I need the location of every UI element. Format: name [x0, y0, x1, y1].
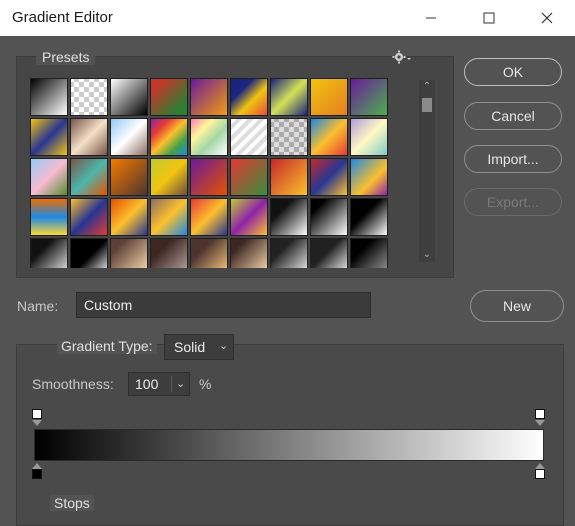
opacity-stop-left[interactable] [32, 409, 42, 419]
gradient-type-label: Gradient Type: [57, 338, 157, 354]
gradient-preview-bar[interactable] [34, 429, 544, 461]
preset-swatch[interactable] [310, 198, 348, 236]
smoothness-divider [171, 376, 172, 392]
preset-swatch[interactable] [270, 238, 308, 268]
preset-swatch[interactable] [310, 118, 348, 156]
smoothness-value: 100 [135, 376, 159, 392]
preset-swatch[interactable] [70, 238, 108, 268]
minimize-icon [426, 17, 436, 19]
preset-swatch[interactable] [230, 158, 268, 196]
import-button[interactable]: Import... [464, 145, 562, 173]
export-button: Export... [464, 188, 562, 216]
presets-scrollbar[interactable]: ⌃ ⌄ [419, 80, 435, 262]
preset-swatch[interactable] [270, 78, 308, 116]
title-bar: Gradient Editor [0, 0, 575, 36]
close-button[interactable] [524, 0, 570, 36]
color-stop-left[interactable] [32, 469, 42, 479]
stops-label: Stops [50, 495, 94, 511]
gradient-type-value: Solid [174, 339, 206, 355]
preset-swatch[interactable] [110, 78, 148, 116]
presets-label: Presets [36, 49, 96, 65]
smoothness-unit: % [199, 376, 212, 392]
preset-swatch[interactable] [310, 158, 348, 196]
preset-swatch[interactable] [190, 78, 228, 116]
preset-swatch[interactable] [70, 198, 108, 236]
preset-swatch[interactable] [30, 118, 68, 156]
gradient-type-select[interactable]: Solid ⌄ [164, 334, 234, 360]
preset-swatch[interactable] [190, 198, 228, 236]
preset-swatch[interactable] [30, 198, 68, 236]
name-label: Name: [17, 298, 59, 314]
chevron-down-icon[interactable]: ⌄ [176, 377, 185, 390]
preset-swatch[interactable] [350, 158, 388, 196]
chevron-down-icon: ⌄ [219, 340, 229, 352]
preset-swatch[interactable] [70, 118, 108, 156]
preset-swatch[interactable] [30, 78, 68, 116]
preset-swatch[interactable] [310, 238, 348, 268]
smoothness-label: Smoothness: [32, 376, 114, 392]
preset-swatch[interactable] [270, 198, 308, 236]
name-input[interactable]: Custom [76, 292, 371, 318]
preset-swatch[interactable] [310, 78, 348, 116]
preset-swatch[interactable] [190, 158, 228, 196]
preset-swatch[interactable] [70, 158, 108, 196]
preset-swatch[interactable] [150, 158, 188, 196]
preset-swatch[interactable] [350, 198, 388, 236]
close-icon [541, 12, 553, 24]
preset-swatch[interactable] [110, 158, 148, 196]
minimize-button[interactable] [408, 0, 454, 36]
preset-swatch[interactable] [150, 78, 188, 116]
preset-swatch[interactable] [70, 78, 108, 116]
new-button[interactable]: New [470, 290, 564, 322]
preset-swatch[interactable] [110, 238, 148, 268]
preset-swatch[interactable] [350, 238, 388, 268]
ok-button[interactable]: OK [464, 58, 562, 86]
preset-swatch[interactable] [30, 238, 68, 268]
preset-swatch[interactable] [230, 238, 268, 268]
preset-swatch[interactable] [110, 198, 148, 236]
window-title: Gradient Editor [12, 9, 113, 26]
preset-swatch[interactable] [350, 78, 388, 116]
gear-icon[interactable] [392, 49, 412, 65]
smoothness-input[interactable]: 100 ⌄ [128, 372, 190, 396]
scroll-thumb[interactable] [422, 98, 432, 112]
preset-swatch[interactable] [230, 198, 268, 236]
opacity-stop-right-arrow [535, 420, 545, 426]
preset-swatch[interactable] [270, 118, 308, 156]
cancel-button[interactable]: Cancel [464, 102, 562, 130]
maximize-button[interactable] [466, 0, 512, 36]
preset-swatch[interactable] [30, 158, 68, 196]
opacity-stop-left-arrow [32, 420, 42, 426]
preset-swatch[interactable] [150, 118, 188, 156]
color-stop-right[interactable] [535, 469, 545, 479]
preset-swatch[interactable] [190, 118, 228, 156]
preset-swatch[interactable] [230, 78, 268, 116]
preset-swatch[interactable] [230, 118, 268, 156]
scroll-down-icon[interactable]: ⌄ [419, 248, 435, 262]
scroll-up-icon[interactable]: ⌃ [419, 80, 435, 94]
preset-swatch[interactable] [350, 118, 388, 156]
preset-swatch[interactable] [110, 118, 148, 156]
preset-swatch-grid [30, 78, 391, 268]
preset-swatch[interactable] [150, 198, 188, 236]
maximize-icon [483, 12, 495, 24]
opacity-stop-right[interactable] [535, 409, 545, 419]
preset-swatch[interactable] [150, 238, 188, 268]
preset-swatch[interactable] [270, 158, 308, 196]
preset-swatch[interactable] [190, 238, 228, 268]
